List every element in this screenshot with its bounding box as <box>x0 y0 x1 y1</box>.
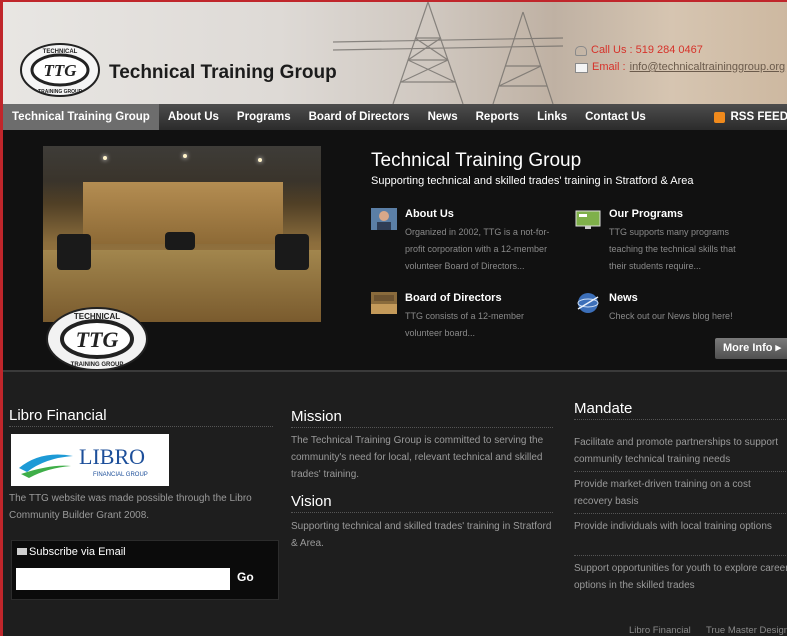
more-info-button[interactable]: More Info ▸ <box>715 338 787 359</box>
rss-icon <box>714 111 726 123</box>
divider <box>291 512 553 514</box>
libro-text: The TTG website was made possible throug… <box>9 493 252 521</box>
nav-item-links[interactable]: Links <box>528 104 576 130</box>
feature-desc: TTG consists of a 12-member volunteer bo… <box>405 311 525 338</box>
rss-label: RSS FEED <box>730 111 787 123</box>
mandate-heading: Mandate <box>574 400 633 417</box>
nav-item-technical-training-group[interactable]: Technical Training Group <box>3 104 159 130</box>
site-title[interactable]: Technical Training Group <box>109 62 337 84</box>
vision-heading: Vision <box>291 493 332 510</box>
divider <box>574 419 787 421</box>
feature-title[interactable]: News <box>609 292 638 304</box>
boardroom-icon <box>371 292 397 314</box>
mandate-item: Facilitate and promote partnerships to s… <box>574 437 778 465</box>
email-prefix: Email : <box>592 61 626 73</box>
libro-logo[interactable]: LIBRO FINANCIAL GROUP <box>11 434 169 486</box>
subscribe-title: Subscribe via Email <box>29 546 126 558</box>
phone-icon <box>575 45 587 56</box>
footer-link-design[interactable]: True Master Design <box>706 625 787 636</box>
feature-title[interactable]: Board of Directors <box>405 292 502 304</box>
mail-icon <box>575 62 588 73</box>
divider <box>291 427 553 429</box>
svg-text:TRAINING GROUP: TRAINING GROUP <box>38 89 83 95</box>
mission-text: The Technical Training Group is committe… <box>291 435 544 480</box>
hero-subtitle: Supporting technical and skilled trades'… <box>371 175 694 187</box>
divider <box>574 555 787 557</box>
envelope-icon <box>17 548 27 555</box>
mandate-item: Provide market-driven training on a cost… <box>574 479 751 507</box>
divider <box>574 471 787 473</box>
mandate-item: Provide individuals with local training … <box>574 521 772 532</box>
divider <box>574 513 787 515</box>
mandate-item: Support opportunities for youth to explo… <box>574 563 787 591</box>
feature-title[interactable]: Our Programs <box>609 208 683 220</box>
site-header: TTG TECHNICAL TRAINING GROUP Technical T… <box>3 2 787 104</box>
nav-item-reports[interactable]: Reports <box>467 104 528 130</box>
boardroom-photo <box>43 146 321 322</box>
feature-desc: TTG supports many programs teaching the … <box>609 227 736 271</box>
svg-text:FINANCIAL GROUP: FINANCIAL GROUP <box>93 472 148 478</box>
feature-desc: Organized in 2002, TTG is a not-for-prof… <box>405 227 550 271</box>
vision-text: Supporting technical and skilled trades'… <box>291 521 552 549</box>
person-icon <box>371 208 397 230</box>
svg-text:TECHNICAL: TECHNICAL <box>74 312 120 321</box>
subscribe-email-input[interactable] <box>16 568 230 590</box>
subscribe-go-button[interactable]: Go <box>237 570 254 584</box>
ttg-logo[interactable]: TTG TECHNICAL TRAINING GROUP <box>19 42 101 98</box>
phone-label: Call Us : 519 284 0467 <box>591 44 703 56</box>
nav-item-board-of-directors[interactable]: Board of Directors <box>300 104 419 130</box>
nav-item-contact-us[interactable]: Contact Us <box>576 104 655 130</box>
main-nav: Technical Training Group About Us Progra… <box>3 104 787 130</box>
nav-item-programs[interactable]: Programs <box>228 104 300 130</box>
libro-heading: Libro Financial <box>9 407 107 424</box>
footer-link-libro[interactable]: Libro Financial <box>629 625 691 636</box>
svg-text:LIBRO: LIBRO <box>79 444 145 469</box>
nav-item-news[interactable]: News <box>419 104 467 130</box>
hero-title: Technical Training Group <box>371 150 582 171</box>
rss-feed-link[interactable]: RSS FEED <box>714 104 787 130</box>
contact-info: Call Us : 519 284 0467 Email : info@tech… <box>575 42 785 76</box>
browser-viewport: TTG TECHNICAL TRAINING GROUP Technical T… <box>0 0 787 636</box>
ttg-logo-large: TTG TECHNICAL TRAINING GROUP <box>46 307 148 371</box>
hero-section: TTG TECHNICAL TRAINING GROUP Technical T… <box>3 130 787 371</box>
svg-text:TECHNICAL: TECHNICAL <box>43 49 78 55</box>
globe-icon <box>577 293 599 313</box>
svg-text:TTG: TTG <box>43 61 77 80</box>
divider <box>9 426 273 428</box>
svg-text:TRAINING GROUP: TRAINING GROUP <box>71 362 124 368</box>
svg-text:TTG: TTG <box>76 327 119 352</box>
content-columns: Libro Financial LIBRO FINANCIAL GROUP Th… <box>3 370 787 636</box>
feature-desc: Check out our News blog here! <box>609 311 733 321</box>
email-link[interactable]: info@technicaltraininggroup.org <box>630 59 785 76</box>
nav-item-about-us[interactable]: About Us <box>159 104 228 130</box>
feature-title[interactable]: About Us <box>405 208 454 220</box>
power-tower-graphic <box>333 2 563 104</box>
mission-heading: Mission <box>291 408 342 425</box>
monitor-icon <box>575 210 601 229</box>
